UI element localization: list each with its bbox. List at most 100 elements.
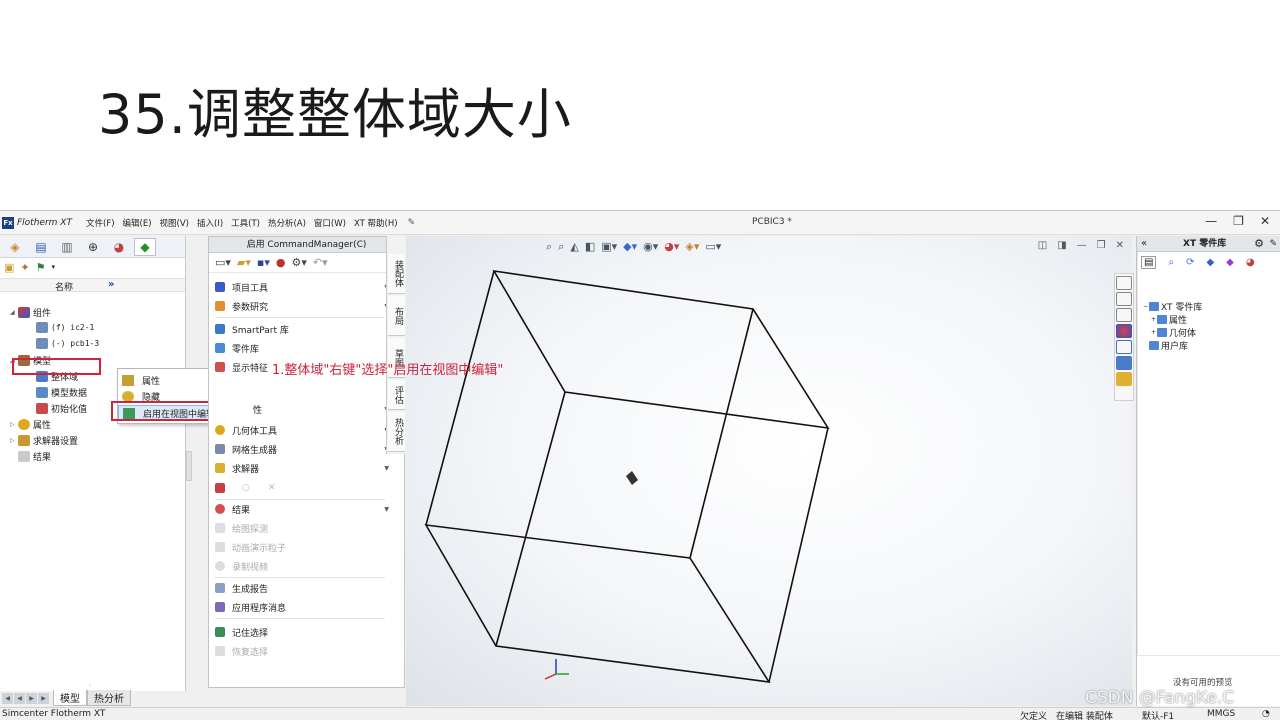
library-title: XT 零件库	[1183, 239, 1227, 249]
vtab-evaluate[interactable]: 评估	[388, 380, 405, 410]
pin-icon[interactable]: ✎	[408, 218, 416, 228]
cm-remember-sel[interactable]: 记住选择	[215, 624, 389, 640]
expand-icon[interactable]: ▷	[10, 437, 18, 444]
component-marker[interactable]	[626, 471, 638, 485]
menu-edit[interactable]: 编辑(E)	[119, 217, 156, 229]
xt-library-icon[interactable]	[1116, 372, 1132, 386]
command-manager-title[interactable]: 启用 CommandManager(C)	[247, 240, 367, 250]
menu-view[interactable]: 视图(V)	[156, 217, 193, 229]
lib-node-attributes[interactable]: + 属性	[1151, 313, 1187, 326]
tab-property[interactable]: ▤	[30, 238, 52, 256]
tree-node-assembly[interactable]: ◢ 组件	[10, 306, 51, 319]
cm-project-tools[interactable]: 项目工具 ▼	[215, 279, 389, 295]
cm-solver[interactable]: 求解器 ▼	[215, 460, 389, 476]
maximize-button[interactable]: ❐	[1233, 214, 1244, 228]
appearance-icon[interactable]	[1116, 324, 1132, 338]
menu-tools[interactable]: 工具(T)	[227, 217, 264, 229]
expand-icon[interactable]: ▷	[10, 421, 18, 428]
cm-smartpart[interactable]: SmartPart 库	[215, 321, 389, 337]
pause-icon[interactable]: ○	[242, 483, 250, 493]
menu-file[interactable]: 文件(F)	[82, 217, 119, 229]
folder-icon[interactable]: ▣	[4, 261, 14, 274]
expand-columns-button[interactable]: »	[108, 279, 114, 290]
bottom-tabs: ◀ ◀ ▶ ▶ 模型 热分析	[0, 690, 186, 706]
collapse-icon[interactable]: ◢	[10, 309, 18, 316]
custom-props-icon[interactable]	[1116, 340, 1132, 354]
cm-param-study[interactable]: 参数研究 ▼	[215, 298, 389, 314]
tab-appearance[interactable]: ◕	[108, 238, 130, 256]
lib-node-geometry[interactable]: + 几何体	[1151, 326, 1196, 339]
cm-restore-sel[interactable]: 恢复选择	[215, 643, 389, 659]
cm-plot-probe[interactable]: 绘图探测	[215, 520, 389, 536]
domain-cube-wireframe[interactable]	[406, 236, 1132, 706]
messages-icon	[215, 602, 225, 612]
tab-config[interactable]: ▥	[56, 238, 78, 256]
lib-node-user[interactable]: 用户库	[1149, 339, 1188, 352]
last-tab-icon[interactable]: ▶	[38, 692, 49, 704]
pin-icon[interactable]: ✎	[1269, 236, 1277, 252]
cm-attributes[interactable]: 性 ▼	[215, 401, 389, 417]
tree-node-solver[interactable]: ▷ 求解器设置	[10, 434, 78, 447]
stop-icon[interactable]: ✕	[268, 483, 276, 493]
tree-node-model-data[interactable]: 模型数据	[36, 386, 87, 399]
collapse-panel-button[interactable]: «	[1141, 236, 1147, 252]
save-icon[interactable]: ▪▾	[257, 256, 270, 269]
minimize-button[interactable]: —	[1205, 214, 1217, 228]
new-file-icon[interactable]: ▭▾	[215, 256, 231, 269]
home-icon[interactable]	[1116, 276, 1132, 290]
open-folder-icon[interactable]: ▰▾	[237, 256, 251, 269]
chevron-down-icon[interactable]: ▼	[384, 465, 389, 472]
graphics-viewport[interactable]: ⌕ ⌕ ◭ ◧ ▣▾ ◆▾ ◉▾ ◕▾ ◈▾ ▭▾ ◫ ◨ — ❐ ✕	[406, 236, 1132, 706]
status-config[interactable]: 默认-F1	[1142, 709, 1174, 720]
panel-splitter[interactable]	[186, 451, 192, 481]
cm-mesh-gen[interactable]: 网格生成器 ▼	[215, 441, 389, 457]
status-units[interactable]: MMGS	[1207, 709, 1235, 719]
tab-feature-tree[interactable]: ◈	[4, 238, 26, 256]
file-explorer-icon[interactable]	[1116, 308, 1132, 322]
menu-window[interactable]: 窗口(W)	[310, 217, 350, 229]
chevron-down-icon[interactable]: ▼	[384, 506, 389, 513]
menu-thermal[interactable]: 热分析(A)	[264, 217, 310, 229]
tree-node-results[interactable]: 结果	[18, 450, 51, 463]
cm-record-video[interactable]: 录制视频	[215, 558, 389, 574]
settings-gear-icon[interactable]: ⚙▾	[292, 256, 307, 269]
vtab-layout[interactable]: 布局	[388, 296, 405, 336]
vtab-thermal[interactable]: 热分析	[388, 412, 405, 452]
dropdown-icon[interactable]: ▾	[52, 263, 56, 271]
vtab-assembly[interactable]: 装配体	[388, 254, 405, 294]
cm-results[interactable]: 结果 ▼	[215, 501, 389, 517]
next-tab-icon[interactable]: ▶	[26, 692, 37, 704]
cm-app-messages[interactable]: 应用程序消息	[215, 599, 389, 615]
hide-icon	[122, 390, 134, 402]
tree-node-attributes[interactable]: ▷ 属性	[10, 418, 51, 431]
traffic-light-icon[interactable]: ●	[276, 256, 286, 269]
tab-dimxpert[interactable]: ⊕	[82, 238, 104, 256]
tab-model[interactable]: 模型	[53, 690, 87, 706]
tab-thermal-analysis[interactable]: 热分析	[87, 690, 131, 706]
cm-gen-report[interactable]: 生成报告	[215, 580, 389, 596]
tree-node-pcb[interactable]: (-) pcb1-3	[36, 338, 99, 349]
flotherm-icon[interactable]	[1116, 356, 1132, 370]
tree-node-init[interactable]: 初始化值	[36, 402, 87, 415]
run-icon[interactable]	[215, 483, 225, 493]
cm-geometry-tools[interactable]: 几何体工具 ▼	[215, 422, 389, 438]
cm-parts-lib[interactable]: 零件库	[215, 340, 389, 356]
menu-help[interactable]: XT 帮助(H)	[350, 217, 402, 229]
prev-tab-icon[interactable]: ◀	[14, 692, 25, 704]
red-annotation: 1.整体域"右键"选择"启用在视图中编辑"	[272, 363, 504, 378]
app-logo-text: Flotherm XT	[17, 217, 72, 228]
filter-icon[interactable]: ⚑	[36, 261, 46, 274]
status-help-icon[interactable]: ◔	[1262, 709, 1270, 719]
cm-anim-particles[interactable]: 动画演示粒子	[215, 539, 389, 555]
undo-icon[interactable]: ↶▾	[313, 256, 328, 269]
first-tab-icon[interactable]: ◀	[2, 692, 13, 704]
tab-flotherm[interactable]: ◆	[134, 237, 156, 256]
assembly-icon[interactable]: ✦	[20, 261, 29, 274]
menu-insert[interactable]: 插入(I)	[193, 217, 227, 229]
scroll-grip-icon[interactable]: ◦	[88, 682, 92, 690]
design-library-icon[interactable]	[1116, 292, 1132, 306]
close-button[interactable]: ✕	[1260, 214, 1270, 228]
lib-node-xt[interactable]: − XT 零件库	[1143, 300, 1202, 313]
tree-node-ic[interactable]: (f) ic2-1	[36, 322, 94, 333]
gear-icon[interactable]: ⚙	[1254, 236, 1264, 252]
